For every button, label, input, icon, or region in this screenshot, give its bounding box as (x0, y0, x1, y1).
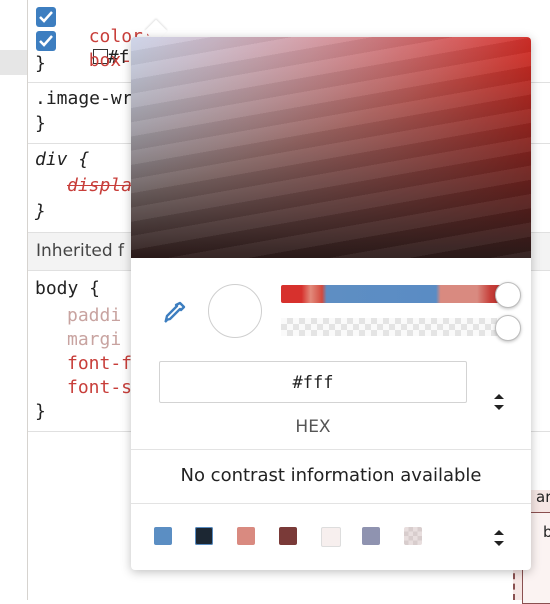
body-close: } (35, 401, 46, 422)
palette-swatch[interactable] (195, 527, 213, 545)
color-preview-swatch (208, 284, 262, 338)
eyedropper-icon[interactable] (160, 299, 188, 327)
format-toggle-icon[interactable] (491, 391, 507, 413)
body-selector[interactable]: body { (35, 278, 100, 299)
alpha-slider-handle[interactable] (495, 315, 521, 341)
color-spectrum[interactable] (131, 37, 531, 258)
hue-slider-handle[interactable] (495, 282, 521, 308)
body-decl-margin[interactable]: margi (67, 329, 121, 350)
color-picker-popover: #fff HEX No contrast information availab… (131, 37, 531, 570)
rule1-close: } (35, 53, 46, 74)
hue-slider[interactable] (281, 285, 509, 303)
left-gutter (0, 0, 27, 600)
body-decl-font-size[interactable]: font-s (67, 377, 132, 398)
palette-swatch[interactable] (154, 527, 172, 545)
format-label: HEX (295, 417, 331, 437)
box-model-label: ar (536, 488, 550, 506)
body-decl-padding[interactable]: paddi (67, 305, 121, 326)
palette-swatch[interactable] (279, 527, 297, 545)
rule3-close: } (35, 201, 46, 222)
hex-value-input[interactable]: #fff (159, 361, 467, 403)
rule3-decl[interactable]: displa (67, 175, 132, 196)
body-decl-font-family[interactable]: font-f (67, 353, 132, 374)
palette-swatch[interactable] (362, 527, 380, 545)
rule3-selector[interactable]: div { (35, 149, 89, 170)
palette-swatch[interactable] (237, 527, 255, 545)
palette-swatch[interactable] (321, 527, 341, 547)
inherited-label: Inherited f (36, 241, 125, 261)
rule2-selector[interactable]: .image-wr (35, 88, 133, 109)
picker-divider (131, 449, 531, 450)
color-checkbox[interactable] (36, 7, 56, 27)
selected-row-strip (0, 50, 27, 75)
palette-swatch[interactable] (404, 527, 422, 545)
contrast-info: No contrast information available (180, 465, 482, 486)
picker-divider (131, 503, 531, 504)
box-shadow-checkbox[interactable] (36, 31, 56, 51)
rule2-close: } (35, 113, 46, 134)
palette-switch-icon[interactable] (491, 527, 507, 549)
alpha-slider[interactable] (281, 318, 509, 336)
box-model-label: b (543, 523, 550, 541)
